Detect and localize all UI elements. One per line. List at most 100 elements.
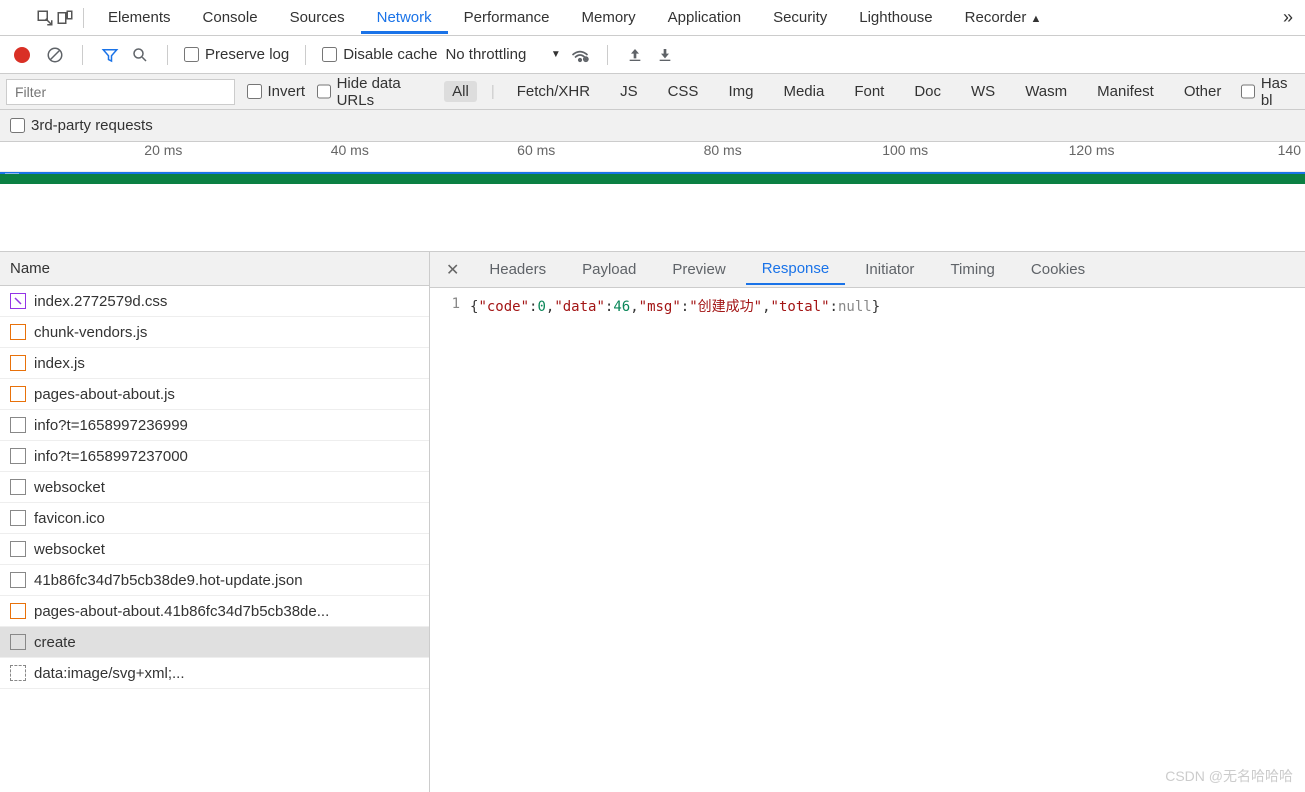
request-row[interactable]: chunk-vendors.js: [0, 317, 429, 348]
request-row[interactable]: data:image/svg+xml;...: [0, 658, 429, 689]
tab-application[interactable]: Application: [652, 1, 757, 34]
device-toggle-icon[interactable]: [55, 8, 75, 28]
search-icon[interactable]: [129, 44, 151, 66]
timeline-tick: 100 ms: [882, 142, 932, 158]
dtab-payload[interactable]: Payload: [566, 255, 652, 284]
filter-css[interactable]: CSS: [660, 81, 707, 102]
timeline-tick: 120 ms: [1069, 142, 1119, 158]
download-icon[interactable]: [654, 44, 676, 66]
inspect-icon[interactable]: [35, 8, 55, 28]
tab-elements[interactable]: Elements: [92, 1, 187, 34]
request-row[interactable]: info?t=1658997236999: [0, 410, 429, 441]
invert-checkbox[interactable]: Invert: [247, 83, 306, 100]
request-row[interactable]: pages-about-about.41b86fc34d7b5cb38de...: [0, 596, 429, 627]
throttling-select[interactable]: No throttling ▼: [445, 46, 560, 63]
request-row[interactable]: index.2772579d.css: [0, 286, 429, 317]
request-row[interactable]: favicon.ico: [0, 503, 429, 534]
request-row[interactable]: websocket: [0, 534, 429, 565]
file-type-icon: [10, 417, 26, 433]
tab-memory[interactable]: Memory: [566, 1, 652, 34]
request-name: create: [34, 634, 76, 651]
dtab-cookies[interactable]: Cookies: [1015, 255, 1101, 284]
file-type-icon: [10, 386, 26, 402]
file-type-icon: [10, 324, 26, 340]
disable-cache-checkbox[interactable]: Disable cache: [322, 46, 437, 63]
hide-data-urls-checkbox[interactable]: Hide data URLs: [317, 75, 432, 109]
dtab-timing[interactable]: Timing: [934, 255, 1010, 284]
column-header-name[interactable]: Name: [0, 252, 429, 286]
tab-performance[interactable]: Performance: [448, 1, 566, 34]
tab-lighthouse[interactable]: Lighthouse: [843, 1, 948, 34]
network-conditions-icon[interactable]: [569, 44, 591, 66]
file-type-icon: [10, 665, 26, 681]
filter-font[interactable]: Font: [846, 81, 892, 102]
line-number: 1: [430, 296, 470, 792]
response-json: {"code":0,"data":46,"msg":"创建成功","total"…: [470, 296, 1305, 792]
third-party-row: 3rd-party requests: [0, 110, 1305, 142]
filter-manifest[interactable]: Manifest: [1089, 81, 1162, 102]
file-type-icon: [10, 448, 26, 464]
request-name: websocket: [34, 541, 105, 558]
overflow-icon[interactable]: »: [1271, 7, 1305, 28]
filter-wasm[interactable]: Wasm: [1017, 81, 1075, 102]
request-name: pages-about-about.41b86fc34d7b5cb38de...: [34, 603, 329, 620]
type-filters: All | Fetch/XHR JS CSS Img Media Font Do…: [444, 81, 1229, 102]
third-party-checkbox[interactable]: 3rd-party requests: [10, 117, 153, 134]
close-icon[interactable]: ✕: [436, 260, 469, 280]
request-row[interactable]: 41b86fc34d7b5cb38de9.hot-update.json: [0, 565, 429, 596]
tab-sources[interactable]: Sources: [274, 1, 361, 34]
timeline-tick: 40 ms: [331, 142, 373, 158]
preserve-log-checkbox[interactable]: Preserve log: [184, 46, 289, 63]
request-name: index.js: [34, 355, 85, 372]
timeline-tick: 60 ms: [517, 142, 559, 158]
dtab-preview[interactable]: Preview: [656, 255, 741, 284]
filter-fetch[interactable]: Fetch/XHR: [509, 81, 598, 102]
request-name: favicon.ico: [34, 510, 105, 527]
file-type-icon: [10, 603, 26, 619]
request-list-pane: Name index.2772579d.csschunk-vendors.jsi…: [0, 252, 430, 792]
devtools-tabs: Elements Console Sources Network Perform…: [0, 0, 1305, 36]
filter-icon[interactable]: [99, 44, 121, 66]
response-body[interactable]: 1 {"code":0,"data":46,"msg":"创建成功","tota…: [430, 288, 1305, 792]
dtab-initiator[interactable]: Initiator: [849, 255, 930, 284]
file-type-icon: [10, 634, 26, 650]
timeline-tick: 80 ms: [704, 142, 746, 158]
file-type-icon: [10, 572, 26, 588]
filter-other[interactable]: Other: [1176, 81, 1230, 102]
filter-input[interactable]: [6, 79, 235, 105]
request-name: pages-about-about.js: [34, 386, 175, 403]
request-row[interactable]: index.js: [0, 348, 429, 379]
file-type-icon: [10, 479, 26, 495]
clear-icon[interactable]: [44, 44, 66, 66]
filter-media[interactable]: Media: [775, 81, 832, 102]
request-row[interactable]: pages-about-about.js: [0, 379, 429, 410]
network-toolbar: Preserve log Disable cache No throttling…: [0, 36, 1305, 74]
dtab-response[interactable]: Response: [746, 254, 846, 285]
filter-ws[interactable]: WS: [963, 81, 1003, 102]
tab-network[interactable]: Network: [361, 1, 448, 34]
tab-console[interactable]: Console: [187, 1, 274, 34]
request-list: index.2772579d.css chunk-vendors.js index.…: [0, 286, 429, 792]
filter-js[interactable]: JS: [612, 81, 646, 102]
file-type-icon: [10, 541, 26, 557]
request-name: websocket: [34, 479, 105, 496]
dtab-headers[interactable]: Headers: [473, 255, 562, 284]
upload-icon[interactable]: [624, 44, 646, 66]
filter-img[interactable]: Img: [720, 81, 761, 102]
request-row[interactable]: create: [0, 627, 429, 658]
chevron-down-icon: ▼: [551, 49, 561, 60]
record-button[interactable]: [14, 47, 30, 63]
request-row[interactable]: websocket: [0, 472, 429, 503]
filter-doc[interactable]: Doc: [906, 81, 949, 102]
has-blocked-checkbox[interactable]: Has bl: [1241, 75, 1299, 109]
request-row[interactable]: info?t=1658997237000: [0, 441, 429, 472]
request-name: 41b86fc34d7b5cb38de9.hot-update.json: [34, 572, 303, 589]
request-name: info?t=1658997237000: [34, 448, 188, 465]
timeline-tick: 140: [1278, 142, 1305, 158]
request-name: index.2772579d.css: [34, 293, 167, 310]
tab-recorder[interactable]: Recorder ▲: [949, 1, 1058, 34]
timeline-overview[interactable]: 20 ms40 ms60 ms80 ms100 ms120 ms140: [0, 142, 1305, 252]
tab-security[interactable]: Security: [757, 1, 843, 34]
file-type-icon: [10, 293, 26, 309]
filter-all[interactable]: All: [444, 81, 477, 102]
